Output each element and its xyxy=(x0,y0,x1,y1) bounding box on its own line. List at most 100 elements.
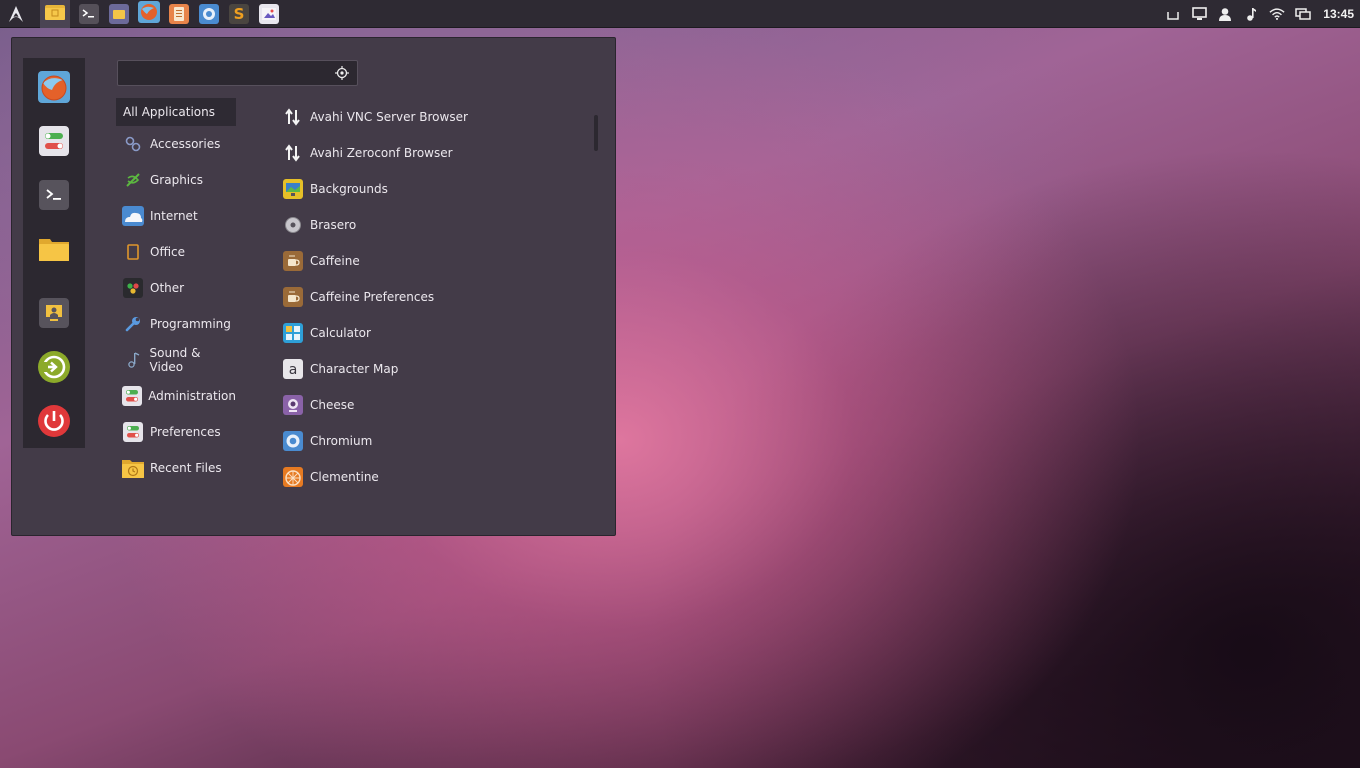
music-icon[interactable] xyxy=(1243,6,1259,22)
app-caffeine[interactable]: Caffeine xyxy=(278,247,578,275)
search-locate-icon[interactable] xyxy=(335,66,349,80)
updown-arrows-icon xyxy=(282,142,304,164)
backgrounds-icon xyxy=(282,178,304,200)
app-avahi-zeroconf-browser[interactable]: Avahi Zeroconf Browser xyxy=(278,139,578,167)
document-launcher[interactable] xyxy=(168,3,190,25)
category-label: All Applications xyxy=(123,105,215,119)
accessories-icon xyxy=(122,133,144,155)
top-panel: S 13:45 xyxy=(0,0,1360,28)
workspace-icon[interactable] xyxy=(1295,6,1312,22)
sublime-launcher[interactable]: S xyxy=(228,3,250,25)
firefox-launcher[interactable] xyxy=(138,1,160,26)
lock-screen-icon xyxy=(38,297,70,332)
folder-icon xyxy=(38,235,70,266)
category-programming[interactable]: Programming xyxy=(116,310,236,338)
app-label: Calculator xyxy=(310,326,371,340)
category-internet[interactable]: Internet xyxy=(116,202,236,230)
app-avahi-vnc-server-browser[interactable]: Avahi VNC Server Browser xyxy=(278,103,578,131)
document-icon xyxy=(169,3,189,24)
favorite-settings[interactable] xyxy=(36,124,72,160)
firefox-icon xyxy=(138,1,160,26)
search-input[interactable] xyxy=(118,61,328,85)
favorite-firefox[interactable] xyxy=(36,70,72,106)
favorite-power[interactable] xyxy=(36,404,72,440)
category-other[interactable]: Other xyxy=(116,274,236,302)
app-label: Backgrounds xyxy=(310,182,388,196)
chromium-icon xyxy=(282,430,304,452)
app-calculator[interactable]: Calculator xyxy=(278,319,578,347)
terminal-icon xyxy=(38,179,70,214)
search-box xyxy=(117,60,358,86)
favorites-sidebar xyxy=(23,58,85,448)
chromium-launcher[interactable] xyxy=(198,3,220,25)
category-preferences[interactable]: Preferences xyxy=(116,418,236,446)
firefox-icon xyxy=(37,70,71,107)
app-character-map[interactable]: a Character Map xyxy=(278,355,578,383)
category-label: Preferences xyxy=(150,425,221,439)
eject-icon[interactable] xyxy=(1165,6,1181,22)
sublime-icon: S xyxy=(229,3,249,24)
app-label: Cheese xyxy=(310,398,355,412)
app-clementine[interactable]: Clementine xyxy=(278,463,578,491)
category-label: Administration xyxy=(148,389,236,403)
app-chromium[interactable]: Chromium xyxy=(278,427,578,455)
category-label: Recent Files xyxy=(150,461,222,475)
app-brasero[interactable]: Brasero xyxy=(278,211,578,239)
category-accessories[interactable]: Accessories xyxy=(116,130,236,158)
category-administration[interactable]: Administration xyxy=(116,382,236,410)
app-label: Avahi Zeroconf Browser xyxy=(310,146,453,160)
internet-cloud-icon xyxy=(122,205,144,227)
image-icon xyxy=(259,3,279,24)
favorite-terminal[interactable] xyxy=(36,178,72,214)
administration-icon xyxy=(122,385,143,407)
favorite-files[interactable] xyxy=(36,232,72,268)
folder-icon xyxy=(44,3,66,24)
logout-icon xyxy=(37,350,71,387)
app-label: Character Map xyxy=(310,362,399,376)
category-label: Other xyxy=(150,281,185,295)
app-label: Chromium xyxy=(310,434,373,448)
coffee-cup-icon xyxy=(282,250,304,272)
category-all-applications[interactable]: All Applications xyxy=(116,98,236,126)
app-label: Caffeine xyxy=(310,254,360,268)
office-icon xyxy=(122,241,144,263)
wrench-icon xyxy=(122,313,144,335)
terminal-icon xyxy=(79,3,99,24)
app-label: Brasero xyxy=(310,218,357,232)
chromium-icon xyxy=(199,3,219,24)
category-office[interactable]: Office xyxy=(116,238,236,266)
other-icon xyxy=(122,277,144,299)
arch-logo-icon[interactable] xyxy=(0,0,32,28)
updown-arrows-icon xyxy=(282,106,304,128)
app-label: Avahi VNC Server Browser xyxy=(310,110,468,124)
folder-purple-icon xyxy=(109,3,129,24)
category-label: Accessories xyxy=(150,137,221,151)
svg-text:a: a xyxy=(289,362,298,378)
wifi-icon[interactable] xyxy=(1269,6,1285,22)
calculator-icon xyxy=(282,322,304,344)
app-label: Caffeine Preferences xyxy=(310,290,435,304)
favorite-logout[interactable] xyxy=(36,350,72,386)
app-caffeine-preferences[interactable]: Caffeine Preferences xyxy=(278,283,578,311)
category-graphics[interactable]: Graphics xyxy=(116,166,236,194)
files-launcher[interactable] xyxy=(40,0,70,28)
display-icon[interactable] xyxy=(1191,6,1207,22)
category-label: Sound & Video xyxy=(149,346,201,374)
music-note-icon xyxy=(122,349,144,371)
category-sound-video[interactable]: Sound & Video xyxy=(116,346,236,374)
image-viewer-launcher[interactable] xyxy=(258,3,280,25)
app-backgrounds[interactable]: Backgrounds xyxy=(278,175,578,203)
app-list-scrollbar[interactable] xyxy=(594,115,598,151)
category-recent-files[interactable]: Recent Files xyxy=(116,454,236,482)
recent-files-icon xyxy=(122,457,144,479)
panel-launchers: S xyxy=(40,0,280,28)
terminal-launcher[interactable] xyxy=(78,3,100,25)
favorite-lock-screen[interactable] xyxy=(36,296,72,332)
disc-icon xyxy=(282,214,304,236)
user-icon[interactable] xyxy=(1217,6,1233,22)
clock[interactable]: 13:45 xyxy=(1323,7,1354,21)
app-cheese[interactable]: Cheese xyxy=(278,391,578,419)
category-label: Office xyxy=(150,245,186,259)
category-label: Internet xyxy=(150,209,198,223)
nemo-launcher[interactable] xyxy=(108,3,130,25)
